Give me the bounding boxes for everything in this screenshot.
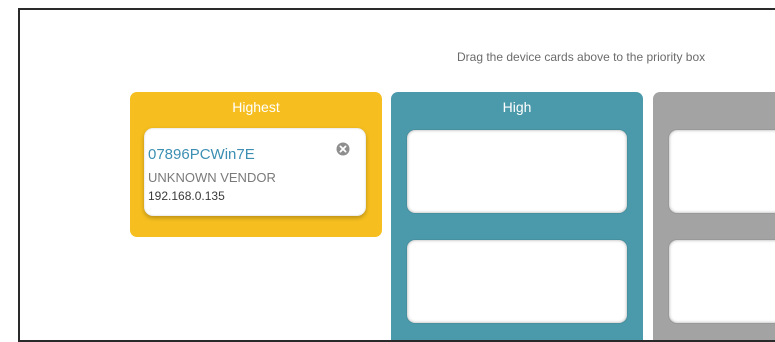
close-icon[interactable] <box>336 142 350 156</box>
drag-instruction: Drag the device cards above to the prior… <box>457 50 706 64</box>
device-card[interactable]: 07896PCWin7E UNKNOWN VENDOR 192.168.0.13… <box>144 128 366 216</box>
priority-panel: Drag the device cards above to the prior… <box>18 8 775 342</box>
priority-column-highest[interactable]: Highest 07896PCWin7E UNKNOWN VENDOR 192.… <box>130 92 382 237</box>
column-title-third <box>653 92 775 124</box>
priority-column-third[interactable] <box>653 92 775 340</box>
device-slot[interactable] <box>669 130 775 213</box>
column-title-high: High <box>502 99 532 115</box>
device-slot[interactable] <box>669 240 775 323</box>
device-vendor: UNKNOWN VENDOR <box>148 170 276 185</box>
priority-column-high[interactable]: High <box>391 92 643 340</box>
device-name: 07896PCWin7E <box>148 146 255 163</box>
column-title-highest: Highest <box>232 99 280 115</box>
device-slot[interactable] <box>407 130 627 213</box>
device-slot[interactable] <box>407 240 627 323</box>
device-ip: 192.168.0.135 <box>148 189 225 203</box>
